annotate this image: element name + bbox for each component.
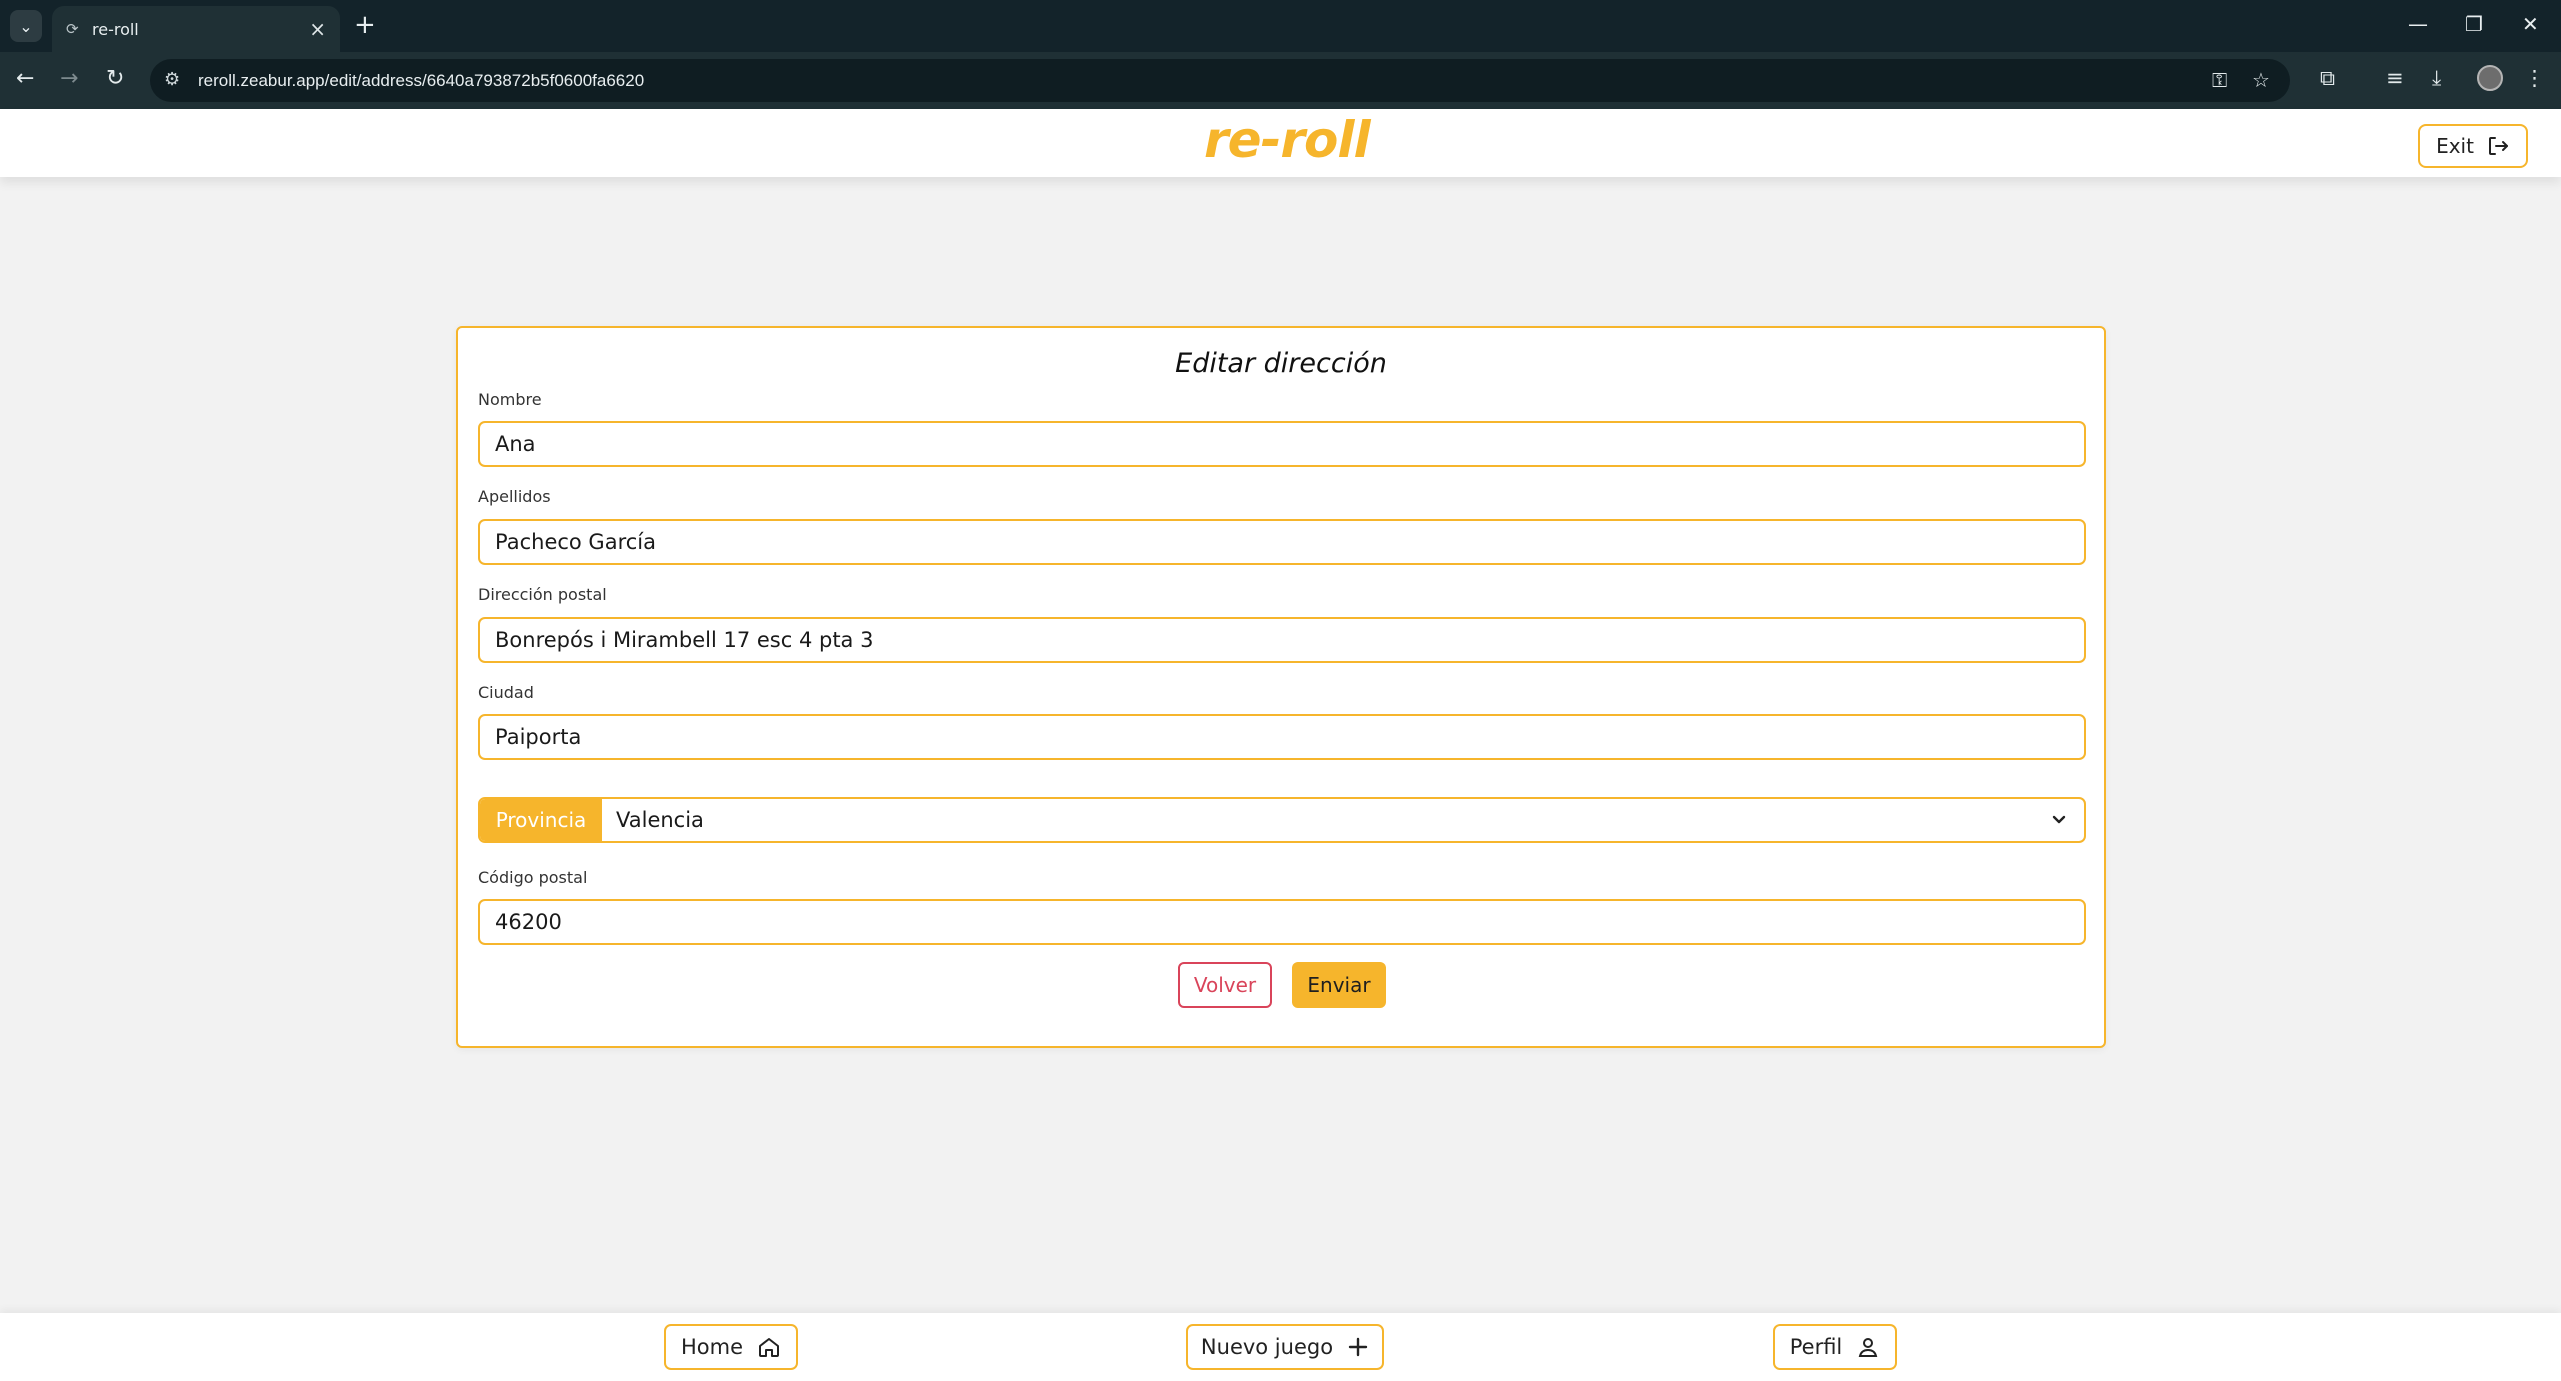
ciudad-label: Ciudad (478, 683, 534, 702)
direccion-input[interactable] (478, 617, 2086, 663)
codigo-postal-input[interactable] (478, 899, 2086, 945)
nav-perfil-label: Perfil (1789, 1335, 1843, 1359)
bookmark-star-icon[interactable]: ☆ (2252, 68, 2270, 92)
provincia-label: Provincia (480, 799, 602, 841)
volver-button[interactable]: Volver (1178, 962, 1272, 1008)
minimize-icon[interactable]: — (2408, 12, 2428, 36)
form-title: Editar dirección (1175, 348, 1387, 379)
plus-icon (1347, 1336, 1369, 1358)
back-icon[interactable]: ← (16, 66, 34, 91)
chevron-down-icon: ⌄ (19, 16, 33, 36)
address-bar[interactable]: ⚙ reroll.zeabur.app/edit/address/6640a79… (150, 59, 2290, 102)
exit-label: Exit (2436, 134, 2474, 158)
nav-home-label: Home (680, 1335, 743, 1359)
home-icon (757, 1335, 781, 1359)
media-controls-icon[interactable]: ≡ (2386, 66, 2404, 90)
browser-toolbar: ← → ↻ ⚙ reroll.zeabur.app/edit/address/6… (0, 52, 2561, 109)
browser-tab-bar: ⌄ ⟳ re-roll × + — ❐ ✕ (0, 0, 2561, 52)
edit-address-card: Editar dirección Nombre Apellidos Direcc… (456, 326, 2106, 1048)
url-text: reroll.zeabur.app/edit/address/6640a7938… (198, 71, 645, 90)
ciudad-input[interactable] (478, 714, 2086, 760)
provincia-select[interactable]: Provincia Valencia (478, 797, 2086, 843)
codigo-postal-label: Código postal (478, 868, 588, 887)
nombre-label: Nombre (478, 390, 542, 409)
exit-button[interactable]: Exit (2418, 124, 2528, 168)
logout-icon (2486, 134, 2510, 158)
menu-kebab-icon[interactable]: ⋮ (2524, 66, 2545, 90)
user-icon (1856, 1335, 1880, 1359)
site-info-icon[interactable]: ⚙ (164, 69, 180, 90)
password-key-icon[interactable]: ⚿ (2212, 68, 2227, 92)
profile-avatar[interactable] (2477, 65, 2503, 91)
download-icon[interactable]: ⤓ (2432, 66, 2441, 91)
extensions-icon[interactable]: ⧉ (2320, 66, 2335, 91)
bottom-nav: Home Nuevo juego Perfil (0, 1313, 2561, 1381)
direccion-label: Dirección postal (478, 585, 607, 604)
enviar-button[interactable]: Enviar (1292, 962, 1386, 1008)
chevron-down-icon (2050, 810, 2068, 828)
tab-search-button[interactable]: ⌄ (10, 10, 42, 42)
provincia-value: Valencia (616, 808, 704, 832)
close-window-icon[interactable]: ✕ (2522, 12, 2539, 36)
reload-icon[interactable]: ↻ (106, 66, 124, 91)
app-header: re-roll Exit (0, 109, 2561, 177)
restore-icon[interactable]: ❐ (2465, 12, 2483, 36)
apellidos-input[interactable] (478, 519, 2086, 565)
apellidos-label: Apellidos (478, 487, 551, 506)
nav-home-button[interactable]: Home (664, 1324, 798, 1370)
nav-nuevo-juego-label: Nuevo juego (1200, 1335, 1334, 1359)
nav-nuevo-juego-button[interactable]: Nuevo juego (1186, 1324, 1384, 1370)
forward-icon[interactable]: → (60, 66, 78, 91)
tab-title: re-roll (92, 20, 139, 39)
app-logo[interactable]: re-roll (1204, 111, 1371, 169)
new-tab-icon[interactable]: + (354, 10, 376, 40)
close-tab-icon[interactable]: × (309, 17, 326, 41)
nav-perfil-button[interactable]: Perfil (1773, 1324, 1897, 1370)
loading-icon: ⟳ (66, 20, 79, 38)
nombre-input[interactable] (478, 421, 2086, 467)
browser-tab[interactable]: ⟳ re-roll × (52, 6, 340, 52)
